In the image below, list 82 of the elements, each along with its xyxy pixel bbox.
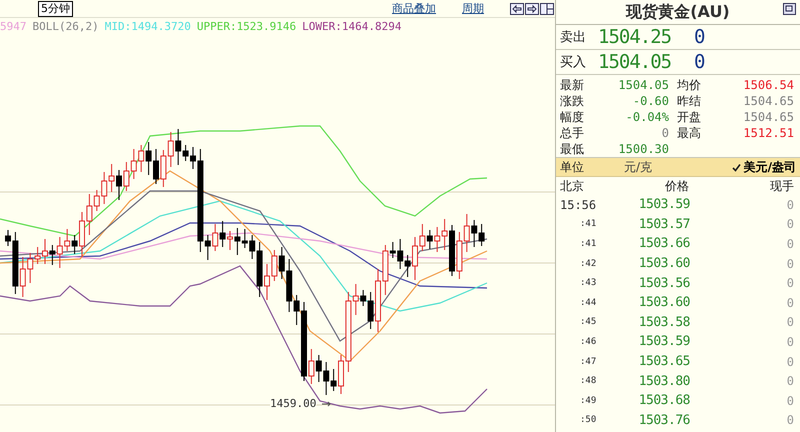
lower-value: LOWER:1464.8294 [302,20,402,33]
column-header: 价格 [664,178,690,194]
tick-time: :42 [579,258,598,269]
indicator-value: 5947 [0,20,26,33]
stat-value: -0.60 [632,93,670,109]
stat-value: 1504.65 [742,109,794,125]
low-price-label: 1459.00 [270,397,316,410]
tick-time: :45 [579,317,598,328]
stat-value: 0 [660,125,670,141]
column-header: 现手 [769,178,794,194]
tick-price: 1503.60 [638,295,690,310]
stat-value: 1512.51 [742,125,794,141]
stat-value: 1500.30 [617,141,670,157]
tick-time: :43 [579,278,598,288]
stat-label: 昨结 [677,93,702,109]
tick-time: :50 [579,415,598,426]
quote-volume: 0 [694,26,706,48]
tick-time: :41 [579,238,598,249]
stat-label: 最低 [560,141,585,157]
tick-volume: 0 [786,334,794,349]
tick-price: 1503.80 [638,374,690,389]
arrow-icon [322,401,332,407]
tick-volume: 0 [786,236,794,251]
tick-time: :44 [579,298,598,308]
tick-volume: 0 [786,315,794,330]
indicator-name: BOLL(26,2) [32,20,99,33]
stat-value: -0.04% [624,109,670,125]
tick-price: 1503.58 [638,314,690,330]
unit-option[interactable]: 元/克 [624,158,652,176]
tick-time: :41 [579,219,598,230]
tick-price: 1503.59 [638,334,690,350]
restore-window-icon[interactable] [783,3,796,15]
unit-option[interactable]: 美元/盎司 [732,158,796,176]
toolbar-link[interactable]: 周期 [462,1,484,16]
tick-price: 1503.59 [638,197,690,212]
stat-label: 最高 [677,125,702,141]
tick-time: 15:56 [560,198,598,212]
unit-label: 单位 [560,158,585,176]
panel-layout-icon[interactable] [540,2,554,14]
stat-value: 1504.05 [617,77,670,93]
tick-time: :48 [579,376,598,386]
tick-volume: 0 [786,198,794,212]
right-arrow-icon[interactable] [525,2,539,14]
stat-label: 总手 [560,125,585,141]
tick-time: :47 [579,356,598,367]
quote-volume: 0 [694,51,706,73]
tick-time: :46 [579,336,598,347]
quote-price: 1504.25 [598,26,672,48]
tick-time: :49 [579,396,598,406]
stat-value: 1506.54 [742,77,794,93]
stat-label: 涨跌 [560,93,585,109]
tick-price: 1503.66 [638,236,690,252]
quote-label: 买入 [560,54,587,71]
tick-volume: 0 [786,296,794,310]
tick-price: 1503.65 [638,354,690,370]
stat-label: 幅度 [560,109,585,125]
stat-label: 开盘 [677,109,702,125]
check-icon [732,162,741,172]
instrument-title: 现货黄金(AU) [626,2,730,22]
mid-value: MID:1494.3720 [104,20,191,33]
tick-volume: 0 [786,374,794,388]
tick-volume: 0 [786,276,794,290]
tick-price: 1503.76 [638,412,690,428]
tick-volume: 0 [786,354,794,369]
tick-price: 1503.56 [638,276,690,291]
upper-value: UPPER:1523.9146 [196,20,296,33]
tick-price: 1503.60 [638,256,690,272]
tick-price: 1503.57 [638,216,690,232]
period-selector[interactable]: 5分钟 [38,0,73,16]
tick-volume: 0 [786,256,794,271]
quote-label: 卖出 [560,29,587,46]
toolbar-link[interactable]: 商品叠加 [392,1,436,16]
tick-volume: 0 [786,413,794,428]
column-header: 北京 [560,178,585,194]
left-arrow-icon[interactable] [510,2,524,14]
tick-volume: 0 [786,217,794,232]
stat-label: 最新 [560,77,585,93]
quote-price: 1504.05 [598,51,672,73]
stat-label: 均价 [677,77,702,93]
tick-price: 1503.68 [638,393,690,408]
stat-value: 1504.65 [742,93,794,109]
tick-volume: 0 [786,394,794,408]
